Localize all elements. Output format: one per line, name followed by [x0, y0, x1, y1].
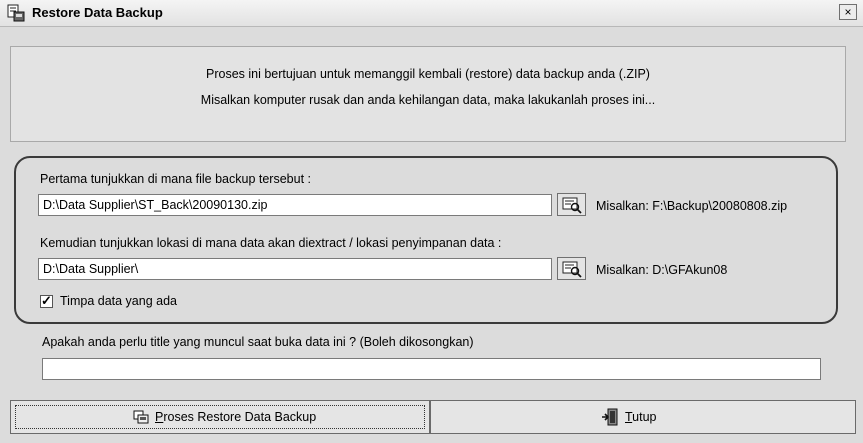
exit-door-icon: [600, 407, 620, 430]
extract-location-example: Misalkan: D:\GFAkun08: [596, 263, 728, 277]
title-bar: Restore Data Backup ×: [0, 0, 863, 27]
close-icon[interactable]: ×: [839, 4, 857, 20]
title-input[interactable]: [42, 358, 821, 380]
restore-icon: [133, 409, 149, 428]
backup-file-example: Misalkan: F:\Backup\20080808.zip: [596, 199, 788, 213]
window-title: Restore Data Backup: [32, 5, 163, 20]
extract-location-label: Kemudian tunjukkan lokasi di mana data a…: [40, 236, 502, 250]
close-button-label: utup: [632, 410, 657, 424]
close-button[interactable]: Tutup: [430, 400, 856, 434]
overwrite-label: Timpa data yang ada: [60, 294, 177, 308]
restore-options-group: Pertama tunjukkan di mana file backup te…: [14, 156, 838, 324]
browse-location-button[interactable]: [557, 257, 586, 280]
backup-file-label: Pertama tunjukkan di mana file backup te…: [40, 172, 311, 186]
checkmark-icon: ✓: [41, 293, 52, 308]
info-text-line1: Proses ini bertujuan untuk memanggil kem…: [206, 67, 650, 81]
info-text-line2: Misalkan komputer rusak dan anda kehilan…: [200, 93, 656, 107]
extract-location-input[interactable]: D:\Data Supplier\: [38, 258, 552, 280]
backup-file-input[interactable]: D:\Data Supplier\ST_Back\20090130.zip: [38, 194, 552, 216]
restore-button[interactable]: Proses Restore Data Backup: [10, 400, 430, 434]
restore-app-icon: [7, 4, 25, 22]
dialog-body: Proses ini bertujuan untuk memanggil kem…: [6, 28, 857, 439]
browse-folder-icon: [562, 261, 582, 278]
browse-file-icon: [562, 197, 582, 214]
overwrite-checkbox[interactable]: ✓: [40, 293, 53, 308]
title-field-label: Apakah anda perlu title yang muncul saat…: [42, 335, 474, 349]
browse-backup-button[interactable]: [557, 193, 586, 216]
restore-button-label: roses Restore Data Backup: [163, 410, 317, 424]
info-panel: Proses ini bertujuan untuk memanggil kem…: [10, 46, 846, 142]
